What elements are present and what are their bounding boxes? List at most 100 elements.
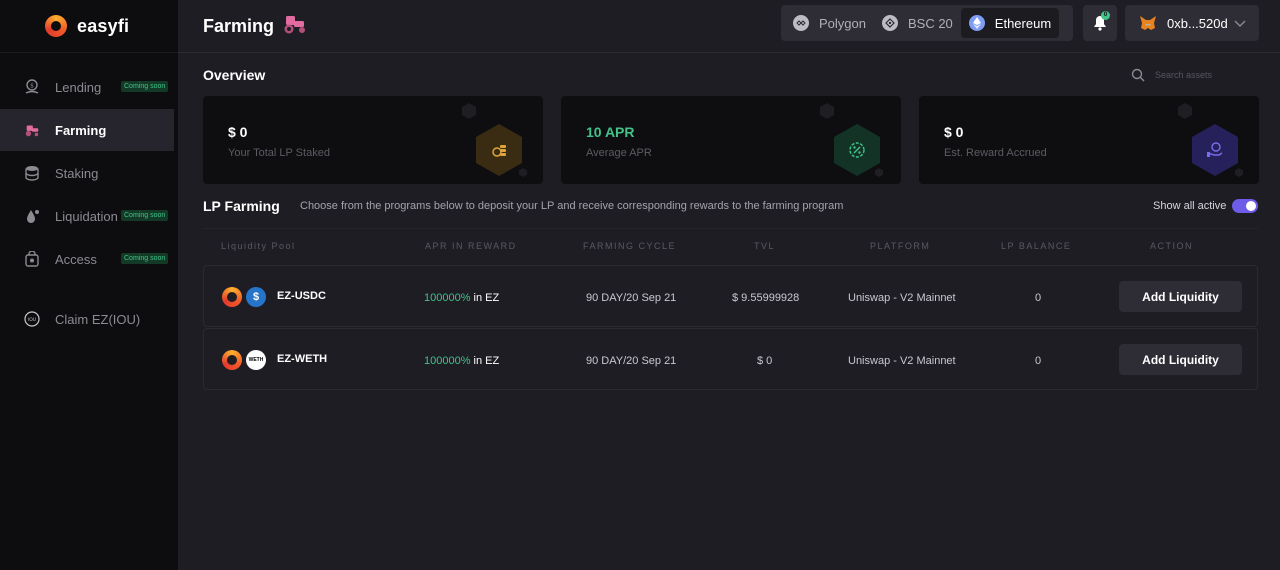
- polygon-icon: [793, 15, 809, 31]
- search-box[interactable]: [1131, 68, 1235, 82]
- notification-count-badge: 0: [1101, 11, 1110, 20]
- weth-token-icon: WETH: [246, 350, 266, 370]
- pool-token-icons: $: [222, 287, 270, 307]
- svg-text:$: $: [30, 83, 34, 90]
- hexagon-decoration: [875, 168, 883, 177]
- brand-name: easyfi: [77, 15, 130, 36]
- sidebar-item-farming[interactable]: Farming: [0, 109, 174, 151]
- hexagon-decoration: [1178, 103, 1192, 119]
- database-icon: [24, 165, 40, 181]
- apr-unit: in EZ: [470, 355, 500, 367]
- brand[interactable]: easyfi: [0, 0, 178, 53]
- chevron-down-icon: [1234, 20, 1246, 27]
- iou-icon: IOU: [24, 311, 40, 327]
- lp-balance: 0: [1035, 355, 1042, 367]
- wallet-button[interactable]: 0xb...520d: [1125, 5, 1259, 41]
- liquidation-icon: [24, 208, 40, 224]
- column-header-tvl: TVL: [754, 241, 776, 251]
- overview-heading: Overview: [203, 67, 266, 83]
- network-bsc[interactable]: BSC 20: [874, 8, 961, 38]
- card-label: Average APR: [586, 147, 652, 159]
- sidebar-item-label: Farming: [55, 122, 107, 138]
- tractor-icon: [282, 13, 308, 40]
- page-title: Farming: [203, 13, 308, 40]
- sidebar-item-claim-iou[interactable]: IOU Claim EZ(IOU): [0, 298, 174, 340]
- notifications-button[interactable]: 0: [1083, 5, 1117, 41]
- network-polygon[interactable]: Polygon: [785, 8, 874, 38]
- farming-table: Liquidity Pool APR IN REWARD FARMING CYC…: [203, 228, 1258, 390]
- tractor-icon: [24, 122, 40, 138]
- toggle-label: Show all active: [1153, 200, 1227, 212]
- tvl-value: $ 0: [757, 355, 773, 367]
- coming-soon-badge: Coming soon: [121, 81, 169, 92]
- column-header-lp-balance: LP BALANCE: [1001, 241, 1072, 251]
- network-ethereum[interactable]: Ethereum: [960, 8, 1060, 38]
- overview-card-average-apr: 10 APR Average APR: [561, 96, 901, 184]
- coins-icon: [476, 124, 522, 176]
- add-liquidity-button[interactable]: Add Liquidity: [1119, 281, 1242, 312]
- lending-icon: $: [24, 79, 40, 95]
- usdc-token-icon: $: [246, 287, 266, 307]
- reward-hand-icon: [1192, 124, 1238, 176]
- metamask-fox-icon: [1140, 16, 1156, 30]
- sidebar-item-lending[interactable]: $ Lending Coming soon: [0, 66, 174, 108]
- percent-badge-icon: [834, 124, 880, 176]
- apr-value: 100000%: [424, 355, 471, 367]
- sidebar-item-staking[interactable]: Staking: [0, 152, 174, 194]
- hexagon-decoration: [1235, 168, 1243, 177]
- column-header-action: ACTION: [1150, 241, 1194, 251]
- add-liquidity-button[interactable]: Add Liquidity: [1119, 344, 1242, 375]
- easyfi-logo-icon: [45, 15, 67, 37]
- column-header-platform: PLATFORM: [870, 241, 931, 251]
- column-header-farming-cycle: FARMING CYCLE: [583, 241, 677, 251]
- coming-soon-badge: Coming soon: [121, 210, 169, 221]
- apr-unit: in EZ: [470, 292, 500, 304]
- apr-value: 100000%: [424, 292, 471, 304]
- sidebar-item-liquidation[interactable]: Liquidation Coming soon: [0, 195, 174, 237]
- table-row: $ EZ-USDC 100000% in EZ 90 DAY/20 Sep 21…: [203, 265, 1258, 327]
- search-icon: [1131, 68, 1145, 82]
- card-label: Your Total LP Staked: [228, 147, 330, 159]
- overview-card-est-reward: $ 0 Est. Reward Accrued: [919, 96, 1259, 184]
- ez-token-icon: [222, 287, 242, 307]
- sidebar-item-label: Claim EZ(IOU): [55, 311, 141, 327]
- tvl-value: $ 9.55999928: [732, 292, 800, 304]
- network-label: Polygon: [819, 15, 866, 31]
- apr-in-reward: 100000% in EZ: [424, 292, 499, 304]
- toggle-switch[interactable]: [1232, 199, 1259, 213]
- lp-farming-description: Choose from the programs below to deposi…: [300, 200, 844, 212]
- sidebar-item-label: Staking: [55, 165, 99, 181]
- page-title-text: Farming: [203, 16, 275, 36]
- coming-soon-badge: Coming soon: [121, 253, 169, 264]
- platform-name: Uniswap - V2 Mainnet: [848, 355, 956, 367]
- wallet-address: 0xb...520d: [1167, 15, 1228, 31]
- card-value: $ 0: [944, 124, 964, 140]
- table-row: WETH EZ-WETH 100000% in EZ 90 DAY/20 Sep…: [203, 328, 1258, 390]
- hexagon-decoration: [519, 168, 527, 177]
- column-header-apr: APR IN REWARD: [425, 241, 517, 251]
- sidebar-item-label: Liquidation: [55, 208, 118, 224]
- apr-in-reward: 100000% in EZ: [424, 355, 499, 367]
- main-content: Overview $ 0 Your Total LP Staked 10 APR…: [178, 54, 1280, 570]
- pool-name: EZ-USDC: [277, 290, 326, 302]
- iou-icon-text: IOU: [28, 317, 36, 323]
- lp-balance: 0: [1035, 292, 1042, 304]
- ez-token-icon: [222, 350, 242, 370]
- bsc-icon: [881, 15, 898, 31]
- card-value: 10 APR: [586, 124, 635, 140]
- sidebar-item-access[interactable]: Access Coming soon: [0, 238, 174, 280]
- farming-cycle: 90 DAY/20 Sep 21: [586, 355, 677, 367]
- pool-name: EZ-WETH: [277, 353, 328, 365]
- show-active-toggle[interactable]: Show all active: [1153, 199, 1259, 213]
- lp-farming-heading: LP Farming: [203, 198, 280, 214]
- sidebar-item-label: Access: [55, 251, 97, 267]
- sidebar-item-label: Lending: [55, 79, 102, 95]
- column-header-liquidity-pool: Liquidity Pool: [221, 241, 296, 251]
- search-input[interactable]: [1155, 70, 1235, 80]
- lock-icon: [24, 251, 40, 267]
- card-value: $ 0: [228, 124, 248, 140]
- farming-cycle: 90 DAY/20 Sep 21: [586, 292, 677, 304]
- pool-token-icons: WETH: [222, 350, 270, 370]
- hexagon-decoration: [820, 103, 834, 119]
- card-label: Est. Reward Accrued: [944, 147, 1047, 159]
